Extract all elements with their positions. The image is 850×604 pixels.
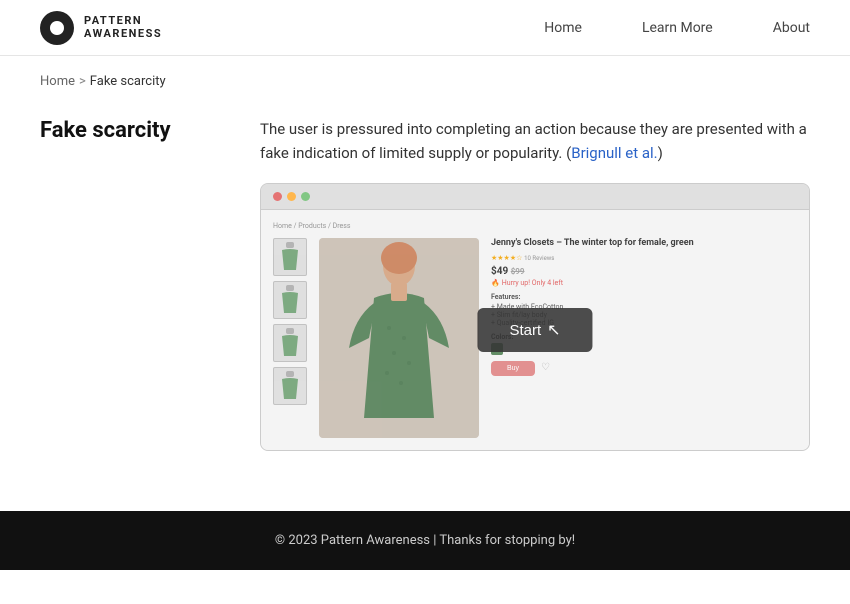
cursor-icon: ↖ [547, 320, 560, 340]
nav-about[interactable]: About [773, 20, 810, 36]
dot-green [301, 192, 310, 201]
demo-inner: Home / Products / Dress [261, 210, 809, 450]
demo-product-title: Jenny's Closets – The winter top for fem… [491, 238, 797, 250]
demo-stars: ★★★★☆ 10 Reviews [491, 254, 797, 262]
demo-thumbs [273, 238, 307, 438]
demo-buy-row: Buy ♡ [491, 361, 797, 376]
demo-titlebar [261, 184, 809, 210]
logo-line2: AWARENESS [84, 28, 162, 40]
demo-wishlist-icon: ♡ [541, 362, 553, 374]
logo-inner-circle [50, 21, 64, 35]
breadcrumb: Home > Fake scarcity [40, 74, 810, 89]
footer: © 2023 Pattern Awareness | Thanks for st… [0, 511, 850, 570]
main-content: Fake scarcity The user is pressured into… [0, 97, 850, 491]
breadcrumb-separator: > [79, 74, 86, 89]
main-nav: Home Learn More About [544, 20, 810, 36]
demo-breadcrumb: Home / Products / Dress [273, 222, 797, 230]
description-text: The user is pressured into completing an… [260, 117, 810, 165]
demo-hurry-text: 🔥 Hurry up! Only 4 left [491, 279, 797, 287]
logo-text: PATTERN AWARENESS [84, 15, 162, 39]
demo-main-image [319, 238, 479, 438]
logo: PATTERN AWARENESS [40, 11, 162, 45]
start-button[interactable]: Start ↖ [477, 308, 592, 352]
breadcrumb-home[interactable]: Home [40, 74, 75, 89]
footer-text: © 2023 Pattern Awareness | Thanks for st… [275, 533, 575, 548]
right-column: The user is pressured into completing an… [260, 117, 810, 451]
dot-yellow [287, 192, 296, 201]
demo-thumb-1 [273, 238, 307, 276]
logo-icon [40, 11, 74, 45]
nav-home[interactable]: Home [544, 20, 582, 36]
nav-learn-more[interactable]: Learn More [642, 20, 713, 36]
demo-buy-button[interactable]: Buy [491, 361, 535, 376]
page-title: Fake scarcity [40, 117, 200, 146]
header: PATTERN AWARENESS Home Learn More About [0, 0, 850, 56]
citation-link[interactable]: Brignull et al. [571, 144, 657, 162]
breadcrumb-area: Home > Fake scarcity [0, 56, 850, 97]
demo-box: Home / Products / Dress [260, 183, 810, 451]
breadcrumb-current: Fake scarcity [90, 74, 166, 89]
demo-thumb-4 [273, 367, 307, 405]
demo-price: $49 $99 [491, 266, 797, 277]
left-column: Fake scarcity [40, 117, 200, 451]
logo-line1: PATTERN [84, 15, 162, 27]
demo-thumb-2 [273, 281, 307, 319]
demo-thumb-3 [273, 324, 307, 362]
dot-red [273, 192, 282, 201]
start-label: Start [509, 322, 541, 339]
